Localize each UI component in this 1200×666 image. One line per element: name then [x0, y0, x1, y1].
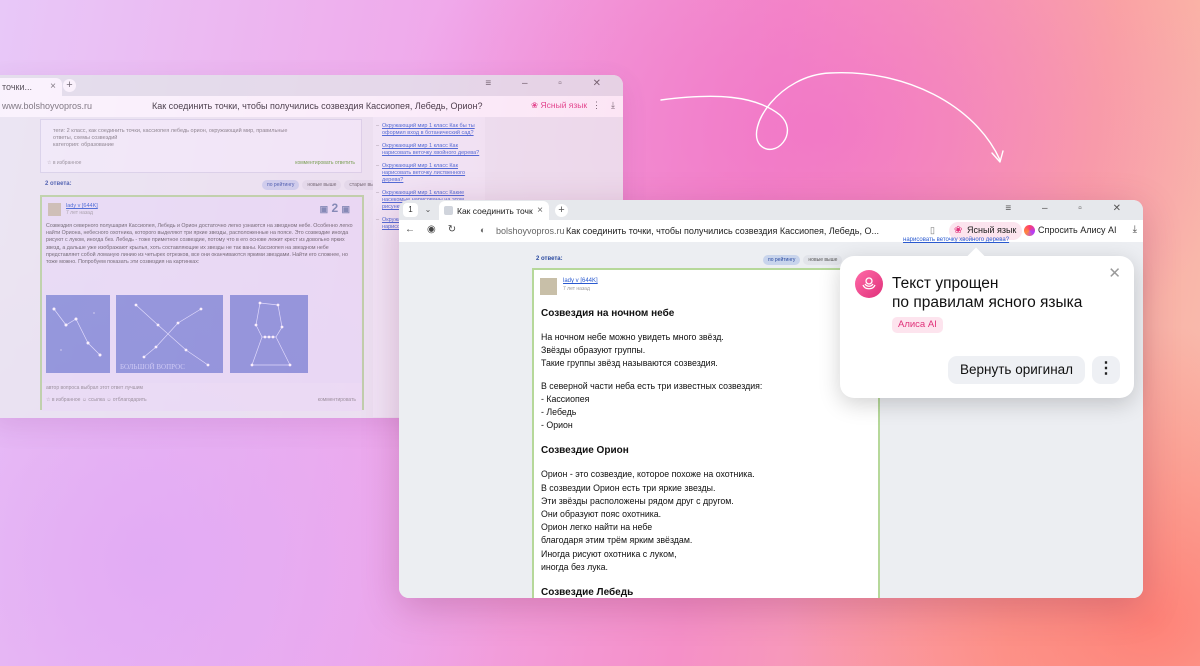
back-tab-label: точки...	[2, 82, 32, 92]
section-heading: Созвездие Лебедь	[541, 587, 634, 598]
answer-footer: автор вопроса выбрал этот ответ лучшим ☆…	[42, 383, 362, 411]
window-controls[interactable]: ≡ – ▫ ✕	[1005, 203, 1135, 214]
vote-counter[interactable]: ▣ 2 ▣	[320, 201, 350, 215]
more-options-button[interactable]: ⋮	[1092, 356, 1120, 384]
vote-down-icon[interactable]: ▣	[341, 204, 350, 214]
tab-label: Как соединить точк	[457, 206, 533, 216]
alice-icon	[1024, 225, 1035, 236]
answer-time: 7 лет назад	[563, 286, 590, 292]
new-tab-icon[interactable]: +	[555, 204, 568, 217]
sort-rating[interactable]: по рейтингу	[262, 180, 300, 190]
category-line[interactable]: категория: образование	[53, 142, 114, 148]
toolbar: ←◉↻ ◐ bolshoyvopros.ru Как соединить точ…	[399, 220, 1143, 242]
ask-alice-button[interactable]: Спросить Алису AI	[1021, 222, 1123, 240]
back-tab[interactable]: точки... ×	[0, 78, 62, 96]
author-link[interactable]: lady v [644K]	[563, 278, 598, 284]
sort-controls[interactable]: по рейтингу новые выше	[763, 255, 845, 265]
yasny-label: Ясный язык	[967, 225, 1017, 235]
author-link[interactable]: lady v [644K]	[66, 203, 98, 209]
popup-title-line: Текст упрощен	[892, 275, 999, 292]
section-heading: Созвездие Орион	[541, 445, 629, 457]
best-answer-note: автор вопроса выбрал этот ответ лучшим	[46, 385, 143, 391]
question-post: теги: 2 класс, как соединить точки, касс…	[40, 119, 362, 173]
tab-count-badge[interactable]: 1	[403, 203, 418, 217]
tab-bar: 1 ⌄ Как соединить точк × + ≡ – ▫ ✕	[399, 200, 1143, 220]
reload-icon[interactable]: ↻	[448, 224, 468, 235]
answers-count: 2 ответа:	[536, 256, 563, 262]
section-heading: Созвездия на ночном небе	[541, 308, 675, 319]
popup-title: Текст упрощен по правилам ясного языка	[892, 274, 1112, 312]
yasny-icon	[855, 270, 883, 298]
question-tags[interactable]: теги: 2 класс, как соединить точки, касс…	[53, 128, 293, 149]
sort-controls[interactable]: по рейтингу новые выше старые выше	[262, 180, 389, 190]
close-tab-icon[interactable]: ×	[537, 205, 543, 216]
download-icon[interactable]: ⤓	[1133, 224, 1137, 235]
chevron-down-icon[interactable]: ⌄	[421, 203, 435, 217]
lock-icon[interactable]: ◐	[480, 225, 485, 235]
answer-footer-actions[interactable]: ☆ в избранное ☺ ссылка ☺ отблагодарить	[46, 397, 147, 403]
constellation-image-cassiopeia	[46, 295, 110, 373]
back-address-bar[interactable]: www.bolshoyvopros.ru Как соединить точки…	[0, 96, 623, 117]
close-icon[interactable]: ×	[50, 81, 56, 92]
related-link[interactable]: нарисовать веточку хвойного дерева?	[903, 236, 1009, 244]
curved-arrow-decoration	[660, 72, 1004, 163]
yasny-icon: ❀	[954, 225, 963, 236]
sort-rating[interactable]: по рейтингу	[763, 255, 801, 265]
answer-post: lady v [644K] 7 лет назад ▣ 2 ▣ Созвезди…	[40, 195, 364, 411]
comment-link[interactable]: комментировать	[318, 397, 356, 403]
back-page-title: Как соединить точки, чтобы получились со…	[152, 101, 483, 111]
yasny-icon: ❀	[531, 100, 539, 110]
favorite-link[interactable]: ☆ в избранное	[47, 160, 81, 166]
answer-time: 7 лет назад	[66, 210, 93, 216]
vote-count: 2	[331, 201, 339, 215]
window-controls[interactable]: ≡ – ▫ ✕	[485, 78, 615, 89]
answer-post: lady v [644K] 7 лет назад Созвездия на н…	[532, 268, 880, 598]
paragraph: Орион - это созвездие, которое похоже на…	[541, 469, 755, 572]
address-bar[interactable]: ◐ bolshoyvopros.ru Как соединить точки, …	[475, 222, 945, 240]
related-link[interactable]: Окружающий мир 1 класс Как бы ты оформил…	[376, 123, 481, 137]
protect-icon[interactable]: ◉	[427, 224, 448, 235]
back-tab-bar: точки... × + ≡ – ▫ ✕	[0, 75, 623, 96]
bookmark-icon[interactable]: ▯	[930, 225, 935, 236]
alice-ai-badge: Алиса AI	[892, 317, 943, 333]
answers-count: 2 ответа:	[45, 181, 72, 187]
new-tab-icon[interactable]: +	[63, 79, 76, 92]
simplified-answer-body: Созвездия на ночном небе На ночном небе …	[541, 304, 871, 598]
answer-text: Созвездия северного полушария Кассиопея,…	[46, 223, 353, 266]
active-tab[interactable]: Как соединить точк ×	[439, 201, 549, 220]
related-link[interactable]: Окружающий мир 1 класс Как нарисовать ве…	[376, 143, 481, 157]
avatar[interactable]	[48, 203, 61, 216]
back-yasny-button[interactable]: ❀ Ясный язык	[525, 99, 593, 113]
sort-newest[interactable]: новые выше	[803, 255, 843, 265]
sort-newest[interactable]: новые выше	[302, 180, 342, 190]
page-title: Как соединить точки, чтобы получились со…	[566, 226, 879, 236]
paragraph: В северной части неба есть три известных…	[541, 380, 763, 431]
alice-label: Спросить Алису AI	[1038, 225, 1117, 235]
tags-line[interactable]: теги: 2 класс, как соединить точки, касс…	[53, 128, 287, 141]
constellation-image-orion	[230, 295, 308, 373]
simplified-text-popup: ✕ Текст упрощен по правилам ясного языка…	[840, 256, 1134, 398]
paragraph: На ночном небе можно увидеть много звёзд…	[541, 332, 724, 369]
watermark-text: БОЛЬШОЙ ВОПРОС	[120, 363, 185, 371]
back-url[interactable]: www.bolshoyvopros.ru	[2, 101, 92, 111]
question-actions[interactable]: комментировать ответить	[295, 160, 355, 166]
back-yasny-label: Ясный язык	[540, 100, 588, 110]
url-text[interactable]: bolshoyvopros.ru	[496, 226, 565, 236]
navigation-buttons[interactable]: ←◉↻	[405, 224, 468, 235]
back-toolbar-icons[interactable]: ⋮ ⤓	[592, 100, 615, 111]
back-arrow-icon[interactable]: ←	[405, 224, 427, 235]
related-link[interactable]: Окружающий мир 1 класс Как нарисовать ве…	[376, 163, 481, 184]
constellation-image-cygnus: БОЛЬШОЙ ВОПРОС	[116, 295, 223, 373]
revert-original-button[interactable]: Вернуть оригинал	[948, 356, 1086, 384]
avatar[interactable]	[540, 278, 557, 295]
favicon-icon	[444, 206, 453, 215]
vote-icon[interactable]: ▣	[320, 204, 329, 214]
popup-title-line: по правилам ясного языка	[892, 294, 1083, 311]
